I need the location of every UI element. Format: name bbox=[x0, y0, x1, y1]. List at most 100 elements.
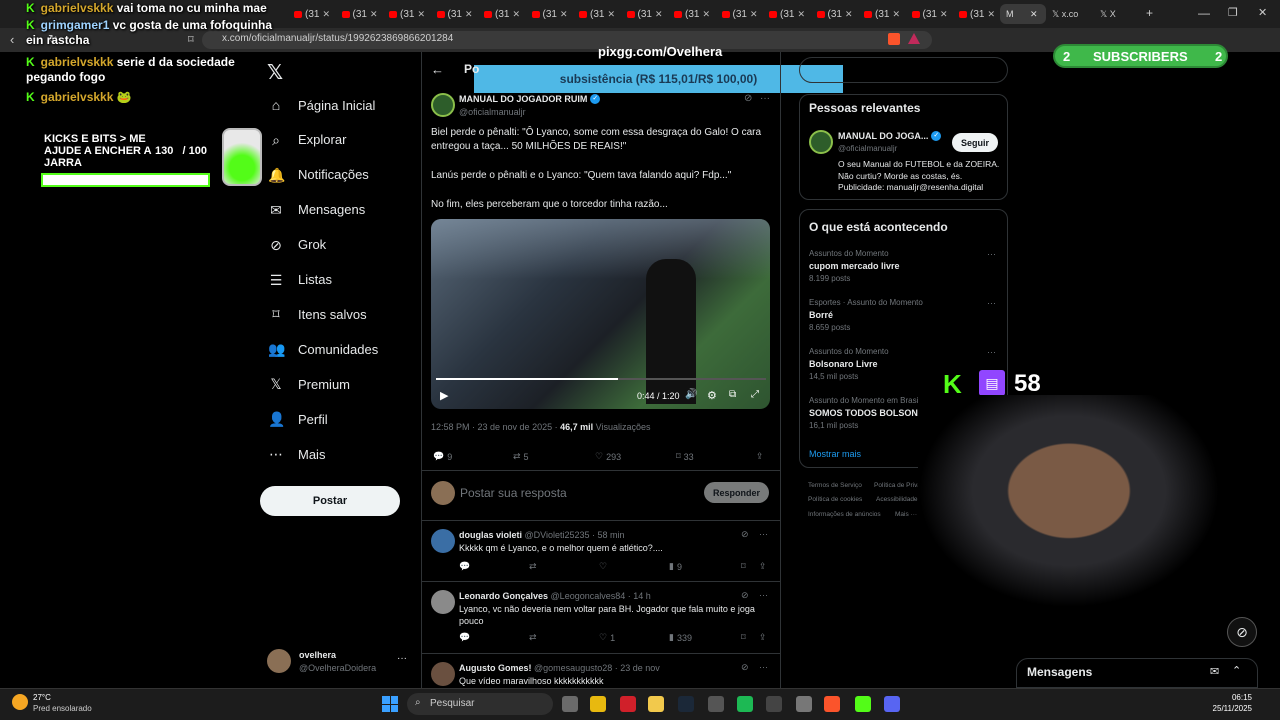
reply-more-icon[interactable]: ··· bbox=[759, 662, 768, 672]
reply-bookmark-action[interactable]: ⌑ bbox=[741, 632, 746, 643]
close-tab-icon[interactable]: ✕ bbox=[750, 9, 762, 20]
reply-input[interactable]: Postar sua resposta bbox=[460, 486, 690, 500]
close-window-button[interactable]: ✕ bbox=[1258, 6, 1267, 19]
browser-tab[interactable]: (31 ✕ bbox=[860, 4, 904, 24]
nav-item-4[interactable]: ⊘ Grok bbox=[268, 237, 326, 253]
browser-tab[interactable]: (31 ✕ bbox=[575, 4, 619, 24]
post-button[interactable]: Postar bbox=[260, 486, 400, 516]
video-player[interactable]: ▶ 0:44 / 1:20 🔊 ⚙ ⧉ ⤢ bbox=[431, 219, 770, 409]
close-tab-icon[interactable]: ✕ bbox=[417, 9, 429, 20]
brave-shield-icon[interactable] bbox=[888, 33, 900, 45]
grok-icon[interactable]: ⊘ bbox=[741, 662, 749, 673]
footer-link[interactable]: Mais ··· bbox=[895, 511, 917, 518]
show-more-link[interactable]: Mostrar mais bbox=[809, 449, 861, 459]
chrome-icon[interactable] bbox=[590, 696, 606, 712]
file-explorer-icon[interactable] bbox=[562, 696, 578, 712]
trend-more-icon[interactable]: ··· bbox=[987, 347, 996, 357]
grok-icon[interactable]: ⊘ bbox=[744, 93, 752, 104]
windows-start-icon[interactable] bbox=[382, 696, 398, 712]
trend-item[interactable]: Assuntos do Momento cupom mercado livre 8.… bbox=[809, 249, 999, 283]
maximize-button[interactable]: ❐ bbox=[1228, 6, 1238, 19]
back-arrow-icon[interactable]: ← bbox=[431, 62, 444, 77]
browser-tab[interactable]: (31 ✕ bbox=[908, 4, 952, 24]
nav-item-10[interactable]: ⋯ Mais bbox=[268, 446, 325, 462]
nav-item-9[interactable]: 👤 Perfil bbox=[268, 411, 328, 427]
browser-tab[interactable]: (31 ✕ bbox=[955, 4, 999, 24]
app-icon[interactable] bbox=[708, 696, 724, 712]
close-tab-icon[interactable]: ✕ bbox=[845, 9, 857, 20]
share-action[interactable]: ⇪ bbox=[756, 451, 764, 462]
close-tab-icon[interactable]: ✕ bbox=[655, 9, 667, 20]
reply-item[interactable]: douglas violeti @DVioleti25235 · 58 min ⊘… bbox=[421, 520, 781, 581]
reply-avatar[interactable] bbox=[431, 590, 455, 614]
browser-tab[interactable]: (31 ✕ bbox=[385, 4, 429, 24]
close-tab-icon[interactable]: ✕ bbox=[465, 9, 477, 20]
close-tab-icon[interactable]: ✕ bbox=[370, 9, 382, 20]
reply-repost-action[interactable]: ⇄ bbox=[529, 561, 537, 572]
volume-icon[interactable]: 🔊 bbox=[685, 389, 697, 400]
trend-item[interactable]: Esportes · Assunto do Momento Borré 8.659 … bbox=[809, 298, 999, 332]
x-logo-icon[interactable]: 𝕏 bbox=[267, 60, 283, 85]
reply-repost-action[interactable]: ⇄ bbox=[529, 632, 537, 643]
account-more-icon[interactable]: ··· bbox=[397, 653, 407, 664]
browser-tab[interactable]: (31 ✕ bbox=[670, 4, 714, 24]
post-more-icon[interactable]: ··· bbox=[760, 93, 770, 104]
tab-x1[interactable]: 𝕏 x.co bbox=[1052, 9, 1078, 20]
account-avatar[interactable] bbox=[267, 649, 291, 673]
fullscreen-icon[interactable]: ⤢ bbox=[751, 389, 759, 400]
expand-icon[interactable]: ⌃ bbox=[1232, 664, 1241, 677]
close-tab-icon[interactable]: ✕ bbox=[702, 9, 714, 20]
app-settings-icon[interactable] bbox=[796, 696, 812, 712]
nav-item-1[interactable]: ⌕ Explorar bbox=[268, 132, 346, 148]
reply-share-action[interactable]: ⇪ bbox=[759, 561, 767, 572]
browser-tab[interactable]: (31 ✕ bbox=[528, 4, 572, 24]
reply-like-action[interactable]: ♡ bbox=[599, 561, 610, 572]
brave-icon[interactable] bbox=[824, 696, 840, 712]
bookmark-action[interactable]: ⌑ 33 bbox=[676, 451, 694, 462]
nav-item-2[interactable]: 🔔 Notificações bbox=[268, 167, 369, 183]
close-tab-icon[interactable]: ✕ bbox=[607, 9, 619, 20]
tab-x2[interactable]: 𝕏 X bbox=[1100, 9, 1116, 20]
author-name-row[interactable]: MANUAL DO JOGADOR RUIM ✓ bbox=[459, 94, 601, 104]
folder-icon[interactable] bbox=[648, 696, 664, 712]
discord-icon[interactable] bbox=[884, 696, 900, 712]
close-tab-icon[interactable]: ✕ bbox=[987, 9, 999, 20]
browser-tab[interactable]: (31 ✕ bbox=[813, 4, 857, 24]
new-message-icon[interactable]: ✉ bbox=[1210, 665, 1219, 678]
nav-item-8[interactable]: 𝕏 Premium bbox=[268, 376, 350, 392]
close-tab-icon[interactable]: ✕ bbox=[322, 9, 334, 20]
follow-button[interactable]: Seguir bbox=[952, 133, 998, 152]
close-tab-icon[interactable]: ✕ bbox=[892, 9, 904, 20]
grok-icon[interactable]: ⊘ bbox=[741, 529, 749, 540]
nav-item-0[interactable]: ⌂ Página Inicial bbox=[268, 97, 376, 113]
trend-item[interactable]: Assuntos do Momento Bolsonaro Livre 14,5 m… bbox=[809, 347, 999, 381]
reply-avatar[interactable] bbox=[431, 662, 455, 686]
back-icon[interactable]: ‹ bbox=[10, 32, 14, 47]
nav-item-6[interactable]: ⌑ Itens salvos bbox=[268, 306, 366, 322]
minimize-button[interactable]: — bbox=[1198, 6, 1210, 20]
browser-tab[interactable]: (31 ✕ bbox=[718, 4, 762, 24]
reply-action[interactable]: 💬 9 bbox=[433, 451, 452, 462]
brave-rewards-icon[interactable] bbox=[908, 33, 920, 44]
steam-icon[interactable] bbox=[678, 696, 694, 712]
browser-tab[interactable]: (31 ✕ bbox=[290, 4, 334, 24]
reply-avatar[interactable] bbox=[431, 529, 455, 553]
close-tab-icon[interactable]: ✕ bbox=[797, 9, 809, 20]
close-tab-icon[interactable]: ✕ bbox=[940, 9, 952, 20]
reply-more-icon[interactable]: ··· bbox=[759, 590, 768, 600]
reply-bookmark-action[interactable]: ⌑ bbox=[741, 561, 746, 572]
browser-tab[interactable]: (31 ✕ bbox=[480, 4, 524, 24]
video-progress-track[interactable] bbox=[436, 378, 766, 380]
footer-link[interactable]: Acessibilidade bbox=[876, 496, 918, 503]
footer-link[interactable]: Termos de Serviço bbox=[808, 482, 862, 489]
reply-reply-action[interactable]: 💬 bbox=[459, 561, 470, 572]
reply-button[interactable]: Responder bbox=[704, 482, 769, 503]
footer-link[interactable]: Informações de anúncios bbox=[808, 511, 881, 518]
trend-more-icon[interactable]: ··· bbox=[987, 249, 996, 259]
browser-tab[interactable]: (31 ✕ bbox=[433, 4, 477, 24]
close-tab-icon[interactable]: ✕ bbox=[560, 9, 572, 20]
opera-icon[interactable] bbox=[620, 696, 636, 712]
repost-action[interactable]: ⇄ 5 bbox=[513, 451, 529, 462]
reply-views-action[interactable]: ▮ 9 bbox=[669, 561, 682, 572]
grok-icon[interactable]: ⊘ bbox=[741, 590, 749, 601]
